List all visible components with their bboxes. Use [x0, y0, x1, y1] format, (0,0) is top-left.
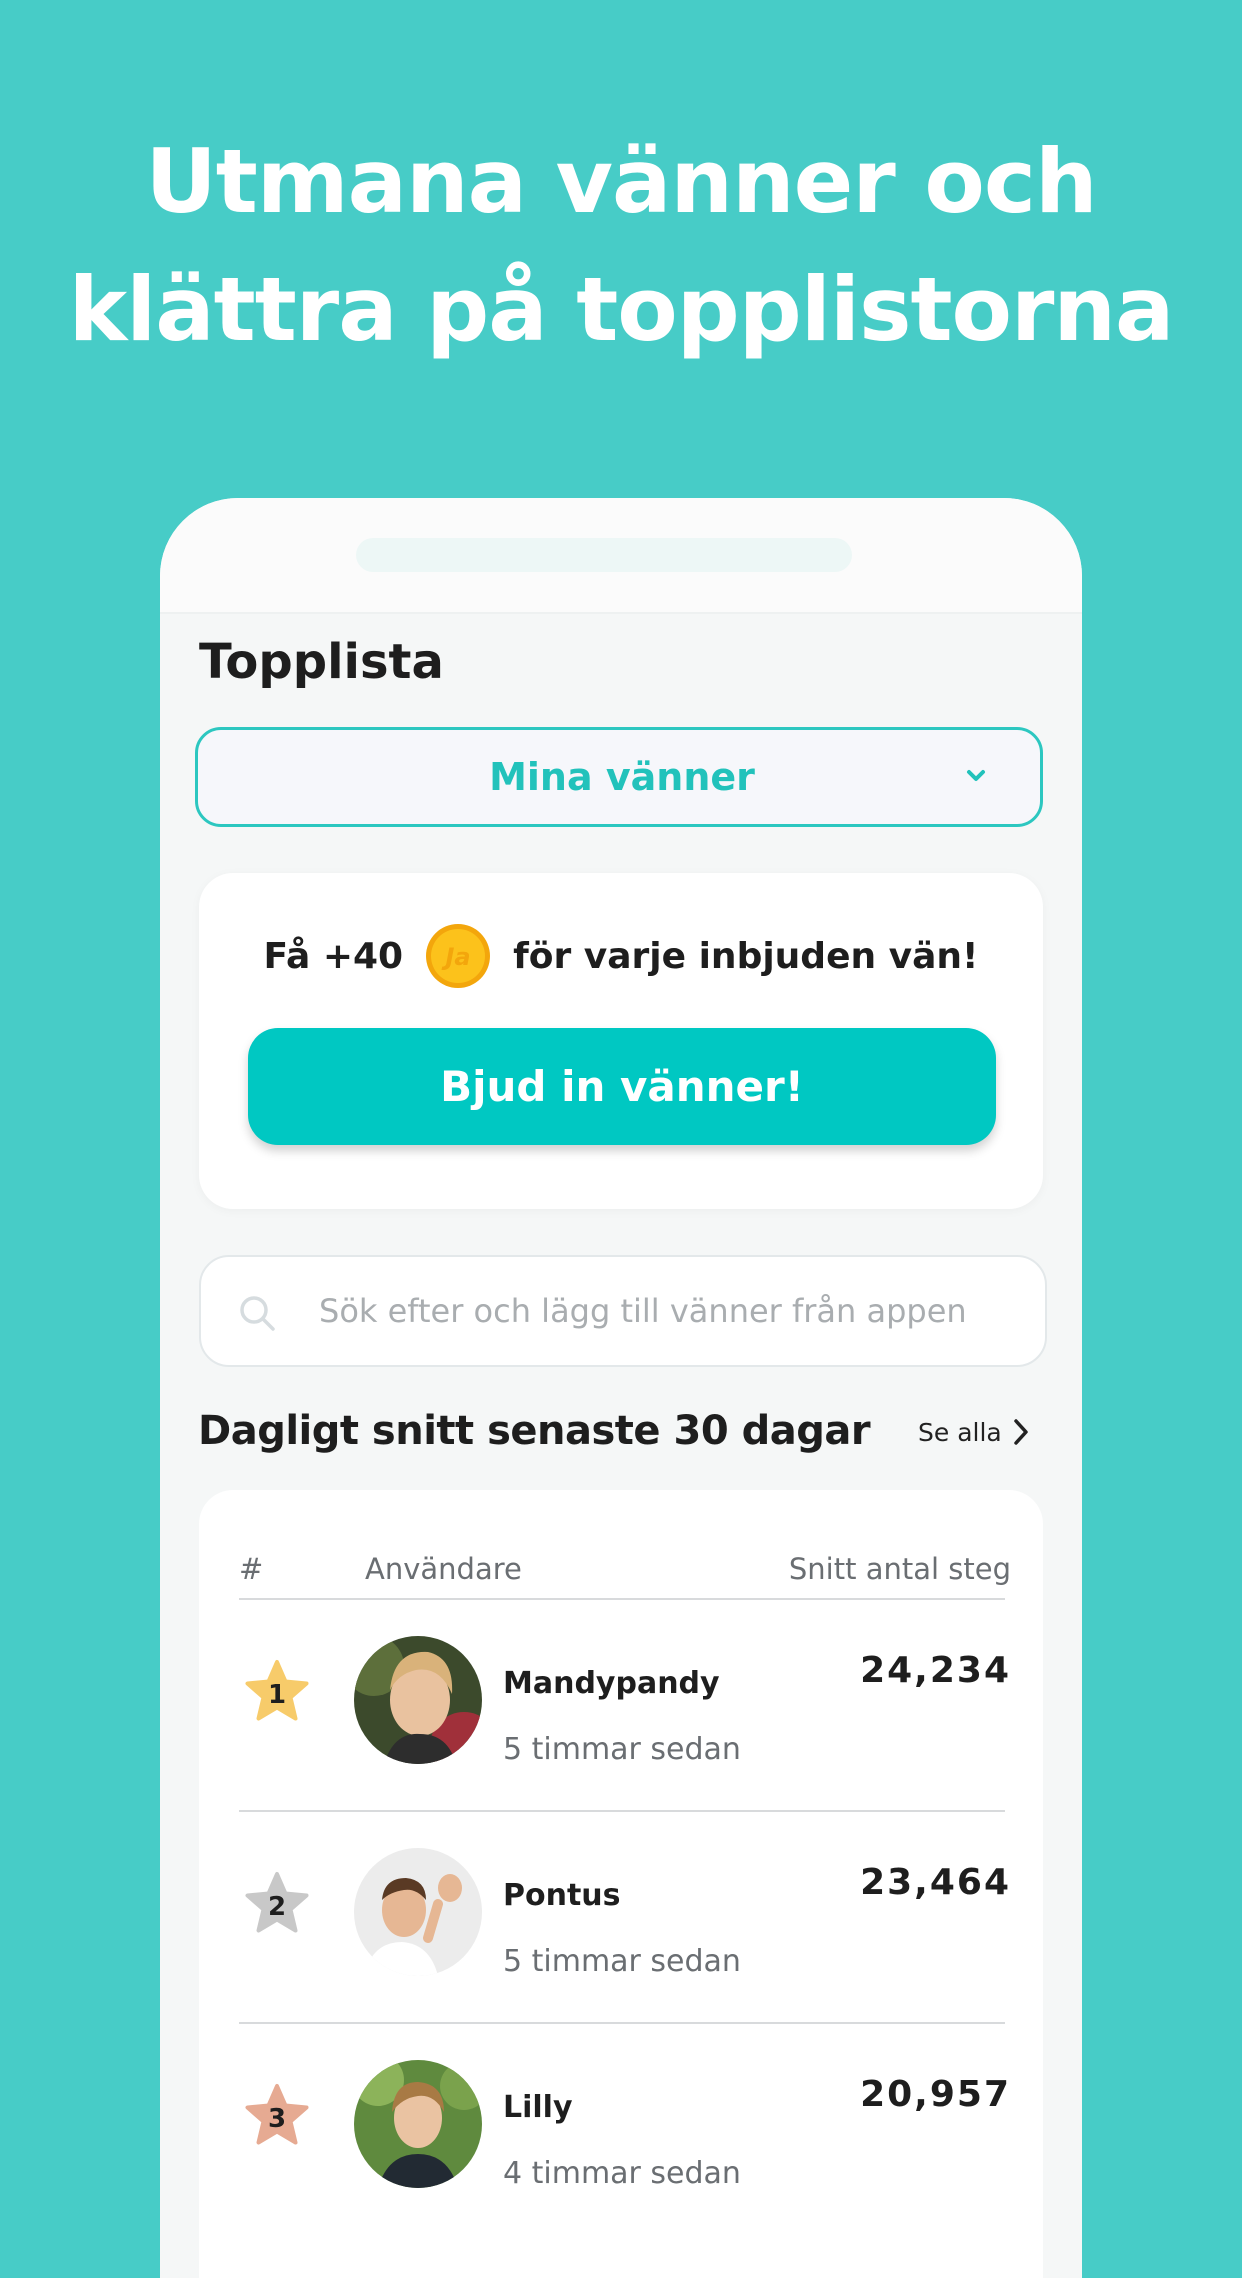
- leaderboard-table: # Användare Snitt antal steg 1 Mandypand…: [199, 1490, 1043, 2278]
- chevron-right-icon: [1013, 1419, 1028, 1445]
- chevron-down-icon: [967, 770, 985, 781]
- rank-number: 2: [267, 1892, 287, 1922]
- search-icon: [240, 1296, 275, 1331]
- average-steps: 23,464: [860, 1862, 1011, 1903]
- user-name: Mandypandy: [503, 1666, 720, 1701]
- search-input[interactable]: [319, 1257, 1009, 1365]
- user-name: Pontus: [503, 1878, 621, 1913]
- see-all-link[interactable]: Se alla: [918, 1412, 1030, 1452]
- avatar: [354, 1848, 482, 1976]
- rank-number: 1: [267, 1680, 287, 1710]
- friend-search-box[interactable]: [199, 1255, 1047, 1367]
- average-steps: 20,957: [860, 2074, 1011, 2115]
- user-name: Lilly: [503, 2090, 573, 2125]
- invite-friends-button[interactable]: Bjud in vänner!: [248, 1028, 996, 1145]
- last-active: 4 timmar sedan: [503, 2156, 741, 2191]
- average-steps: 24,234: [860, 1650, 1011, 1691]
- table-row[interactable]: 1 Mandypandy 5 timmar sedan 24,234: [199, 1598, 1043, 1810]
- avatar: [354, 1636, 482, 1764]
- invite-card: Få +40 Ja för varje inbjuden vän! Bjud i…: [199, 873, 1043, 1209]
- rank-number: 3: [267, 2104, 287, 2134]
- table-row[interactable]: 3 Lilly 4 timmar sedan 20,957: [199, 2022, 1043, 2234]
- headline-line-1: Utmana vänner och: [145, 130, 1097, 233]
- phone-frame: Topplista Mina vänner Få +40 Ja för varj…: [160, 498, 1082, 2278]
- phone-notch: [356, 538, 852, 572]
- column-header-user: Användare: [365, 1552, 522, 1586]
- invite-reward-suffix: för varje inbjuden vän!: [513, 935, 979, 977]
- phone-status-area: [160, 498, 1082, 614]
- dropdown-selected-value: Mina vänner: [489, 755, 755, 799]
- coin-label: Ja: [442, 943, 471, 971]
- avatar: [354, 2060, 482, 2188]
- column-header-rank: #: [239, 1552, 264, 1586]
- see-all-label: Se alla: [918, 1417, 1002, 1447]
- column-header-steps: Snitt antal steg: [788, 1552, 1011, 1586]
- section-title: Dagligt snitt senaste 30 dagar: [198, 1408, 871, 1454]
- invite-reward-text: Få +40 Ja för varje inbjuden vän!: [199, 923, 1043, 999]
- last-active: 5 timmar sedan: [503, 1732, 741, 1767]
- headline: Utmana vänner och klättra på topplistorn…: [0, 118, 1242, 374]
- headline-line-2: klättra på topplistorna: [68, 258, 1175, 361]
- page-title: Topplista: [199, 634, 444, 690]
- table-row[interactable]: 2 Pontus 5 timmar sedan 23,464: [199, 1810, 1043, 2022]
- coin-icon: Ja: [426, 924, 491, 988]
- invite-reward-prefix: Få +40: [263, 935, 404, 977]
- last-active: 5 timmar sedan: [503, 1944, 741, 1979]
- friends-filter-dropdown[interactable]: Mina vänner: [195, 727, 1043, 827]
